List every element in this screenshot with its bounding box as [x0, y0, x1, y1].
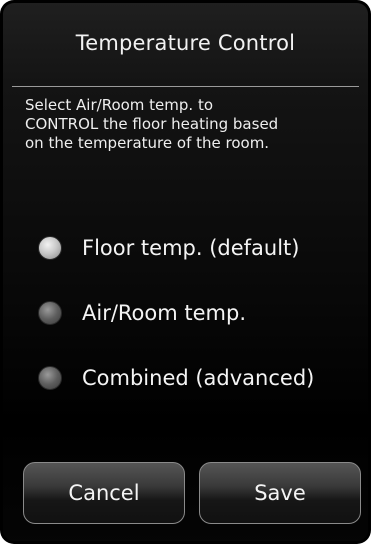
description-line: CONTROL the floor heating based [25, 115, 279, 133]
radio-button-selected[interactable] [38, 236, 62, 260]
description-text: Select Air/Room temp. to CONTROL the flo… [25, 96, 355, 153]
option-label: Floor temp. (default) [82, 236, 300, 260]
option-label: Combined (advanced) [82, 366, 315, 390]
thermostat-screen: Temperature Control Select Air/Room temp… [0, 0, 371, 544]
radio-button[interactable] [38, 366, 62, 390]
radio-button[interactable] [38, 301, 62, 325]
option-air-room-temp[interactable]: Air/Room temp. [38, 297, 246, 329]
header-divider [12, 86, 359, 87]
option-label: Air/Room temp. [82, 301, 247, 325]
description-line: on the temperature of the room. [25, 134, 270, 152]
header: Temperature Control [0, 0, 371, 86]
save-button[interactable]: Save [199, 462, 361, 524]
option-floor-temp[interactable]: Floor temp. (default) [38, 232, 300, 264]
description-line: Select Air/Room temp. to [25, 96, 214, 114]
cancel-button[interactable]: Cancel [23, 462, 185, 524]
save-button-label: Save [254, 481, 306, 505]
page-title: Temperature Control [75, 31, 296, 55]
option-combined[interactable]: Combined (advanced) [38, 362, 314, 394]
cancel-button-label: Cancel [68, 481, 140, 505]
